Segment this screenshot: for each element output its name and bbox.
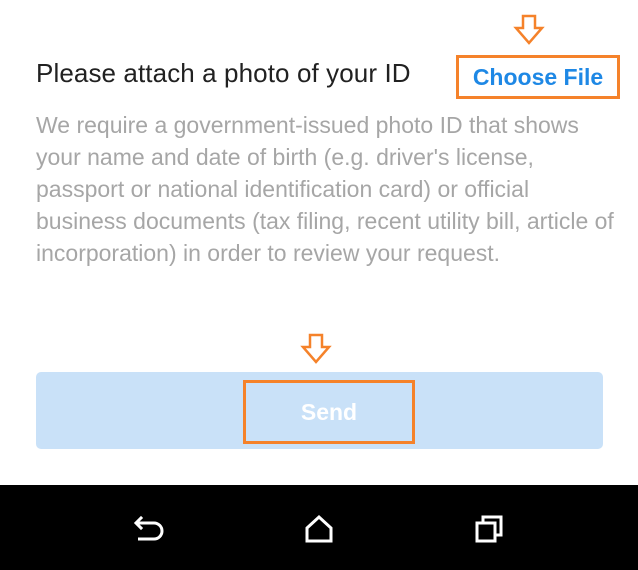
send-button[interactable]: Send bbox=[243, 380, 415, 444]
recents-icon bbox=[475, 515, 503, 543]
back-button[interactable] bbox=[129, 509, 169, 549]
arrow-down-icon bbox=[300, 333, 332, 364]
home-icon bbox=[305, 514, 333, 543]
back-icon bbox=[133, 515, 164, 541]
page-title: Please attach a photo of your ID bbox=[36, 58, 411, 88]
choose-file-button[interactable]: Choose File bbox=[456, 55, 620, 99]
home-button[interactable] bbox=[299, 509, 339, 549]
system-navigation-bar bbox=[0, 485, 638, 570]
attach-id-page: Please attach a photo of your ID Choose … bbox=[0, 0, 638, 570]
id-requirements-text: We require a government-issued photo ID … bbox=[36, 112, 614, 266]
recents-button[interactable] bbox=[469, 509, 509, 549]
arrow-down-icon bbox=[513, 14, 545, 45]
